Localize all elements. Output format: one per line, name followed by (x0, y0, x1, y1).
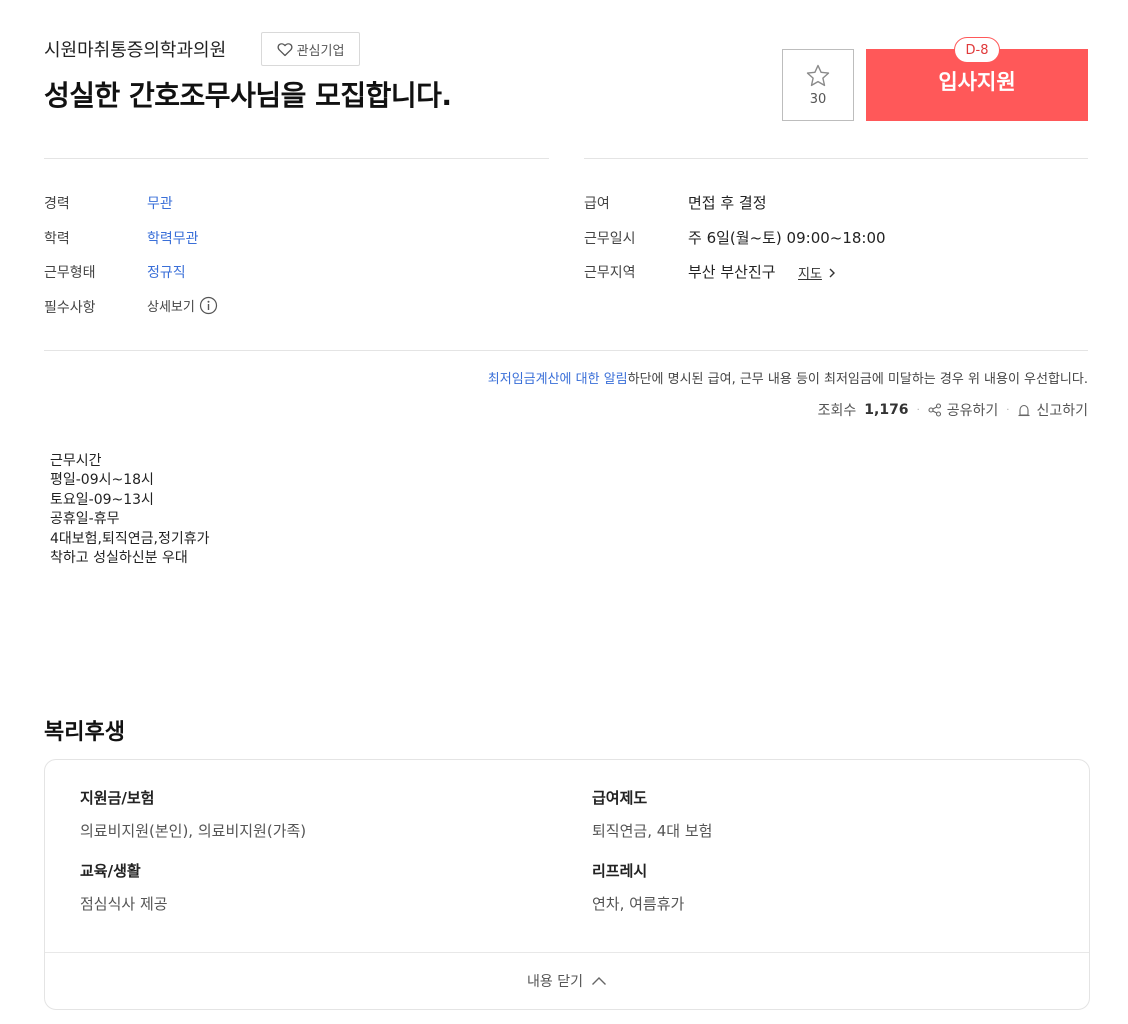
heart-icon (277, 42, 293, 56)
education-value: 학력무관 (147, 231, 199, 247)
divider (44, 158, 549, 159)
employment-type-label: 근무형태 (44, 265, 96, 281)
welfare-category: 지원금/보험 (80, 789, 155, 807)
welfare-items: 의료비지원(본인), 의료비지원(가족) (80, 822, 307, 840)
map-link[interactable]: 지도 (798, 263, 836, 282)
welfare-category: 교육/생활 (80, 862, 141, 880)
requirements-detail-label: 상세보기 (147, 300, 195, 315)
map-link-label: 지도 (798, 267, 822, 282)
separator-dot: · (1006, 404, 1010, 416)
chevron-right-icon (829, 268, 835, 277)
divider (44, 350, 1088, 351)
description-line: 착하고 성실하신분 우대 (50, 550, 188, 567)
scrap-button[interactable]: 30 (782, 49, 854, 121)
welfare-items: 연차, 여름휴가 (592, 895, 685, 913)
requirements-detail-link[interactable]: 상세보기 (147, 296, 218, 315)
description-line: 4대보험,퇴직연금,정기휴가 (50, 530, 210, 547)
views-label: 조회수 (817, 403, 857, 419)
favorite-company-button[interactable]: 관심기업 (261, 32, 360, 66)
job-title: 성실한 간호조무사님을 모집합니다. (44, 79, 452, 112)
welfare-items: 퇴직연금, 4대 보험 (592, 822, 713, 840)
share-icon (928, 403, 941, 417)
job-description: 근무시간 평일-09시~18시 토요일-09~13시 공휴일-휴무 4대보험,퇴… (50, 452, 210, 568)
favorite-company-label: 관심기업 (296, 43, 345, 59)
career-label: 경력 (44, 196, 70, 212)
employment-type-value: 정규직 (147, 265, 186, 281)
welfare-category: 급여제도 (592, 789, 648, 807)
description-line: 공휴일-휴무 (50, 511, 120, 528)
requirements-label: 필수사항 (44, 300, 96, 316)
work-location-label: 근무지역 (584, 265, 636, 281)
report-label: 신고하기 (1036, 403, 1088, 419)
work-location-value: 부산 부산진구 (688, 263, 776, 281)
scrap-count: 30 (809, 92, 827, 107)
separator-dot: · (916, 404, 920, 416)
description-line: 근무시간 (50, 453, 102, 469)
company-name[interactable]: 시원마취통증의학과의원 (44, 36, 226, 62)
career-value: 무관 (147, 196, 173, 212)
star-icon (806, 64, 830, 87)
close-content-button[interactable]: 내용 닫기 (45, 953, 1089, 1009)
minimum-wage-notice-text: 하단에 명시된 급여, 근무 내용 등이 최저임금에 미달하는 경우 위 내용이… (627, 372, 1088, 387)
welfare-card: 지원금/보험 의료비지원(본인), 의료비지원(가족) 급여제도 퇴직연금, 4… (44, 759, 1090, 1010)
chevron-up-icon (591, 977, 606, 985)
description-line: 토요일-09~13시 (50, 491, 154, 508)
minimum-wage-notice: 최저임금계산에 대한 알림하단에 명시된 급여, 근무 내용 등이 최저임금에 … (488, 368, 1088, 387)
info-icon (199, 296, 217, 315)
siren-icon (1018, 404, 1030, 417)
welfare-category: 리프레시 (592, 862, 648, 880)
report-button[interactable]: 신고하기 (1017, 400, 1088, 420)
dday-badge: D-8 (954, 37, 1000, 63)
minimum-wage-link[interactable]: 최저임금계산에 대한 알림 (488, 372, 628, 387)
work-schedule-value: 주 6일(월~토) 09:00~18:00 (688, 229, 886, 247)
work-schedule-label: 근무일시 (584, 231, 636, 247)
close-content-label: 내용 닫기 (527, 974, 583, 990)
description-line: 평일-09시~18시 (50, 472, 154, 489)
share-label: 공유하기 (946, 403, 999, 419)
views-count: 1,176 (864, 402, 909, 418)
welfare-items: 점심식사 제공 (80, 895, 168, 913)
salary-label: 급여 (584, 196, 610, 212)
salary-value: 면접 후 결정 (688, 194, 767, 212)
education-label: 학력 (44, 231, 70, 247)
divider (584, 158, 1088, 159)
welfare-title: 복리후생 (44, 720, 125, 745)
share-button[interactable]: 공유하기 (928, 400, 999, 420)
stats-bar: 조회수 1,176 · 공유하기 · 신고하기 (818, 400, 1088, 420)
